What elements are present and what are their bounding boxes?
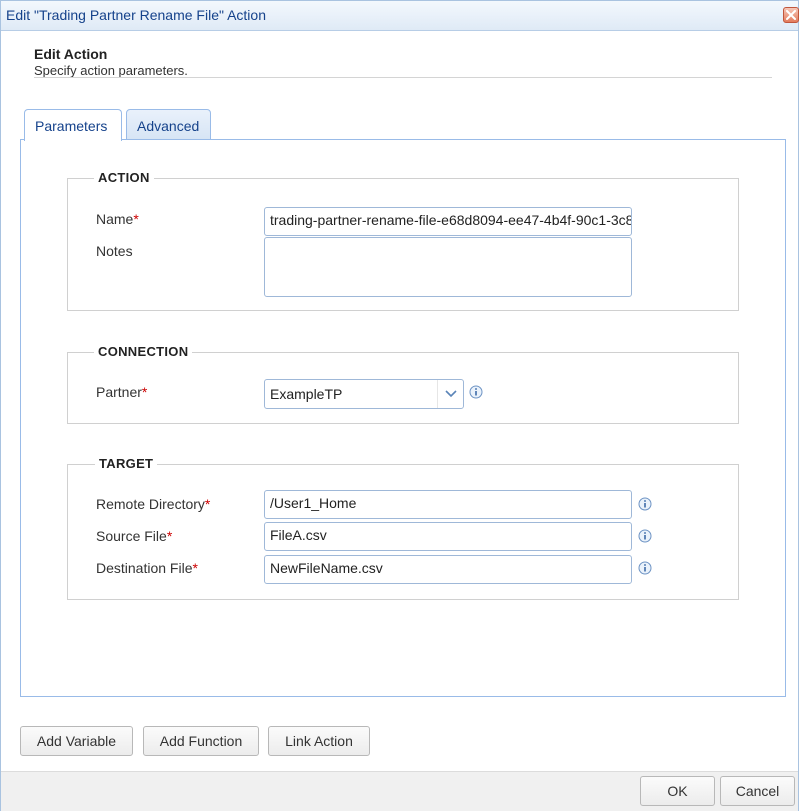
title-bar[interactable]: Edit "Trading Partner Rename File" Actio… <box>1 1 799 31</box>
connection-legend: CONNECTION <box>94 344 193 359</box>
name-field[interactable]: trading-partner-rename-file-e68d8094-ee4… <box>264 207 632 236</box>
action-legend: ACTION <box>94 170 154 185</box>
add-function-button[interactable]: Add Function <box>143 726 259 756</box>
edit-action-dialog: Edit "Trading Partner Rename File" Actio… <box>0 0 799 811</box>
close-icon[interactable] <box>783 7 799 23</box>
required-marker: * <box>166 528 173 544</box>
window-title: Edit "Trading Partner Rename File" Actio… <box>6 7 266 23</box>
notes-field[interactable] <box>264 237 632 297</box>
link-action-button[interactable]: Link Action <box>268 726 370 756</box>
destination-file-label: Destination File* <box>96 560 198 576</box>
source-file-field[interactable]: FileA.csv <box>264 522 632 551</box>
cancel-button[interactable]: Cancel <box>720 776 795 806</box>
info-icon[interactable] <box>638 497 652 511</box>
required-marker: * <box>204 496 211 512</box>
name-label: Name* <box>96 211 139 227</box>
header-subtitle: Specify action parameters. <box>34 63 188 78</box>
source-file-label: Source File* <box>96 528 172 544</box>
remote-directory-label: Remote Directory* <box>96 496 210 512</box>
name-label-text: Name <box>96 211 134 227</box>
target-legend: TARGET <box>95 456 158 471</box>
tab-parameters[interactable]: Parameters <box>24 109 122 141</box>
remote-directory-field[interactable]: /User1_Home <box>264 490 632 519</box>
chevron-down-icon[interactable] <box>437 380 463 408</box>
remote-directory-label-text: Remote Directory <box>96 496 205 512</box>
info-icon[interactable] <box>469 385 483 399</box>
info-icon[interactable] <box>638 561 652 575</box>
required-marker: * <box>133 211 139 227</box>
notes-label: Notes <box>96 243 133 259</box>
partner-label: Partner* <box>96 384 147 400</box>
header-title: Edit Action <box>34 46 108 62</box>
partner-label-text: Partner <box>96 384 142 400</box>
tab-advanced[interactable]: Advanced <box>126 109 211 140</box>
destination-file-label-text: Destination File <box>96 560 193 576</box>
info-icon[interactable] <box>638 529 652 543</box>
partner-select[interactable]: ExampleTP <box>264 379 464 409</box>
ok-button[interactable]: OK <box>640 776 715 806</box>
required-marker: * <box>192 560 198 576</box>
add-variable-button[interactable]: Add Variable <box>20 726 133 756</box>
required-marker: * <box>141 384 148 400</box>
header-divider <box>34 77 772 78</box>
partner-select-value: ExampleTP <box>270 386 343 402</box>
destination-file-field[interactable]: NewFileName.csv <box>264 555 632 584</box>
source-file-label-text: Source File <box>96 528 167 544</box>
